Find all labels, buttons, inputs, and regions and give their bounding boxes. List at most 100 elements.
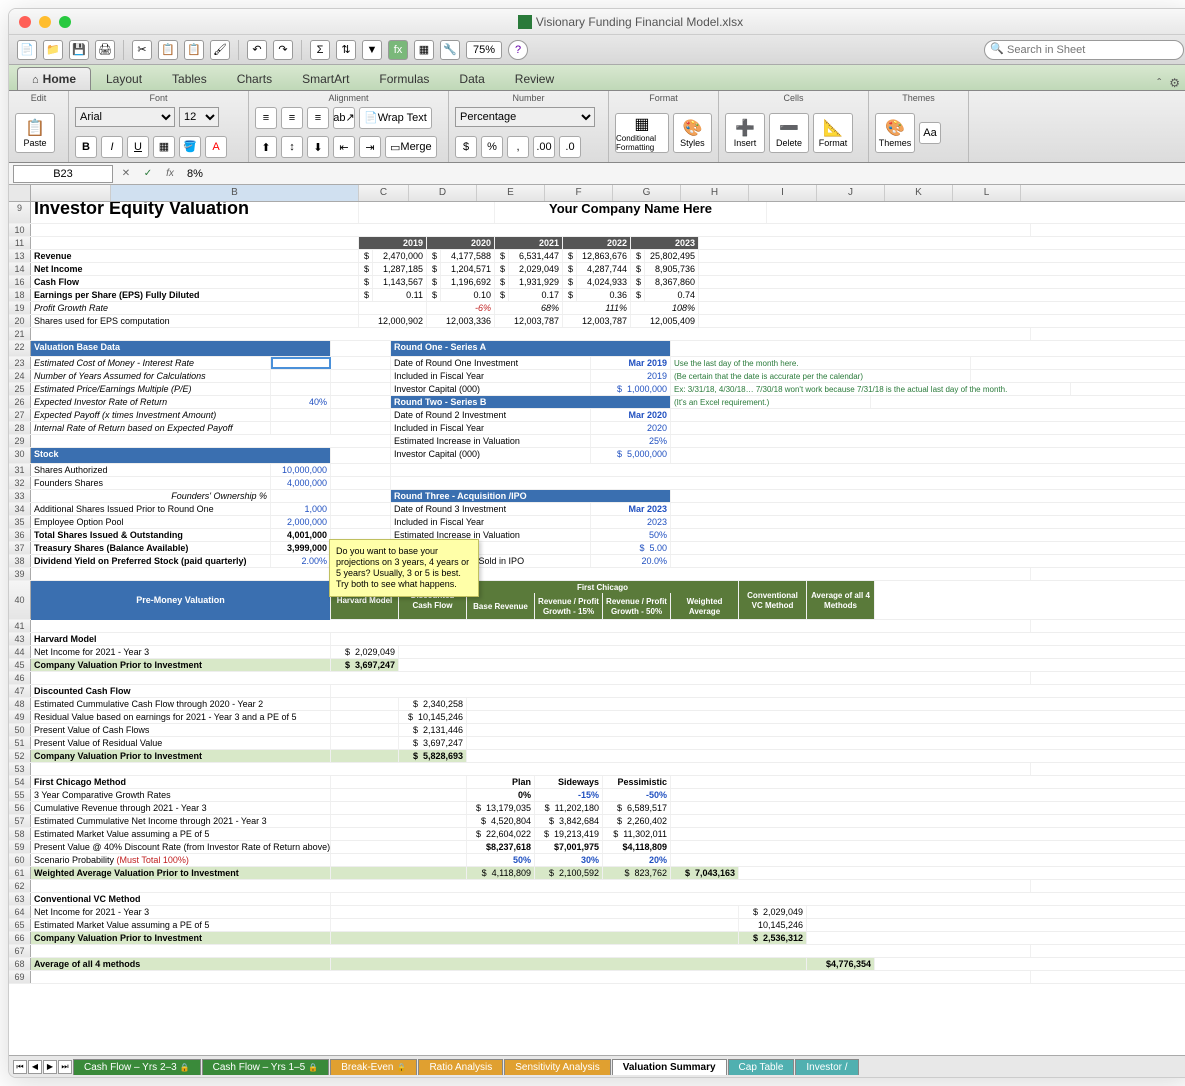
filter-icon[interactable]: ▼ [362,40,382,60]
fx-icon[interactable]: fx [161,165,179,183]
row-header[interactable]: 44 [9,646,31,658]
cell[interactable]: $ 11,202,180 [535,802,603,814]
tab-nav-prev-icon[interactable]: ◀ [28,1060,42,1074]
cell[interactable]: $ 2,260,402 [603,815,671,827]
cell[interactable]: $4,118,809 [603,841,671,853]
cell[interactable]: 2020 [591,422,671,434]
col-header[interactable]: K [885,185,953,201]
cell[interactable]: 12,005,409 [631,315,699,327]
copy-icon[interactable]: 📋 [158,40,178,60]
tab-nav-last-icon[interactable]: ⏭ [58,1060,72,1074]
row-header[interactable]: 31 [9,464,31,476]
tab-nav-first-icon[interactable]: ⏮ [13,1060,27,1074]
cell[interactable]: $ [427,289,441,301]
col-header[interactable]: G [613,185,681,201]
row-header[interactable]: 18 [9,289,31,301]
cell[interactable] [359,302,427,314]
cell[interactable]: $ 19,213,419 [535,828,603,840]
paste-button[interactable]: 📋Paste [15,113,55,153]
cell[interactable]: $ 5,000,000 [591,448,671,463]
cell[interactable]: 0.74 [645,289,699,301]
cell[interactable]: $ 3,697,247 [331,659,399,671]
cell[interactable]: 12,000,902 [359,315,427,327]
wrap-text-button[interactable]: 📄 Wrap Text [359,107,432,129]
row-header[interactable]: 45 [9,659,31,671]
show-icon[interactable]: ▦ [414,40,434,60]
row-header[interactable]: 49 [9,711,31,723]
cell[interactable]: 12,003,787 [495,315,563,327]
row-header[interactable]: 10 [9,224,31,236]
comma-icon[interactable]: , [507,136,529,158]
cell[interactable]: $ [495,276,509,288]
font-size-select[interactable]: 12 [179,107,219,127]
row-header[interactable]: 34 [9,503,31,515]
cell[interactable]: $ 2,131,446 [399,724,467,736]
row-header[interactable]: 14 [9,263,31,275]
cell[interactable]: $8,237,618 [467,841,535,853]
row-header[interactable]: 46 [9,672,31,684]
redo-icon[interactable]: ↷ [273,40,293,60]
row-header[interactable]: 60 [9,854,31,866]
cell[interactable]: $ [495,263,509,275]
sheet-tab[interactable]: Investor / [795,1059,858,1075]
sheet-tab[interactable]: Break-Even🔒 [330,1059,417,1075]
cell[interactable]: $ [359,263,373,275]
row-header[interactable]: 56 [9,802,31,814]
sheet-tab[interactable]: Ratio Analysis [418,1059,503,1075]
cell[interactable]: 1,196,692 [441,276,495,288]
underline-button[interactable]: U [127,136,149,158]
col-header[interactable]: I [749,185,817,201]
cell[interactable]: 10,000,000 [271,464,331,476]
bold-button[interactable]: B [75,136,97,158]
sheet-tab[interactable]: Cash Flow – Yrs 2–3🔒 [73,1059,201,1075]
cell[interactable]: 4,024,933 [577,276,631,288]
fill-color-button[interactable]: 🪣 [179,136,201,158]
cut-icon[interactable]: ✂ [132,40,152,60]
new-icon[interactable]: 📄 [17,40,37,60]
cell[interactable]: 12,863,676 [577,250,631,262]
orientation-icon[interactable]: ab↗ [333,107,355,129]
cell[interactable]: 20.0% [591,555,671,567]
cell[interactable]: 0.11 [373,289,427,301]
gear-icon[interactable]: ⚙ [1169,76,1180,90]
row-header[interactable]: 21 [9,328,31,340]
cell[interactable]: $ [631,289,645,301]
col-header[interactable]: C [359,185,409,201]
cell[interactable]: 10,145,246 [739,919,807,931]
cell[interactable]: $ 2,029,049 [331,646,399,658]
autosum-icon[interactable]: Σ [310,40,330,60]
dec-inc-icon[interactable]: .00 [533,136,555,158]
font-name-select[interactable]: Arial [75,107,175,127]
help-icon[interactable]: ? [508,40,528,60]
tab-nav-next-icon[interactable]: ▶ [43,1060,57,1074]
row-header[interactable]: 33 [9,490,31,502]
cell[interactable]: $ [495,250,509,262]
cell[interactable]: $ [563,250,577,262]
cell[interactable]: $ 13,179,035 [467,802,535,814]
row-header[interactable]: 24 [9,370,31,382]
row-header[interactable]: 28 [9,422,31,434]
valign-top-icon[interactable]: ⬆ [255,136,277,158]
row-header[interactable]: 59 [9,841,31,853]
cell[interactable]: $ [427,263,441,275]
paste-icon[interactable]: 📋 [184,40,204,60]
italic-button[interactable]: I [101,136,123,158]
cell[interactable]: -15% [535,789,603,801]
cell[interactable]: $ 2,100,592 [535,867,603,879]
row-header[interactable]: 36 [9,529,31,541]
cancel-icon[interactable]: ✕ [117,165,135,183]
align-left-icon[interactable]: ≡ [255,107,277,129]
row-header[interactable]: 57 [9,815,31,827]
cell[interactable]: $ 6,589,517 [603,802,671,814]
cell[interactable] [271,370,331,382]
cell[interactable]: 25,802,495 [645,250,699,262]
tab-layout[interactable]: Layout [91,67,157,90]
close-button[interactable] [19,16,31,28]
row-header[interactable]: 13 [9,250,31,262]
cell[interactable]: 2,470,000 [373,250,427,262]
number-format-select[interactable]: Percentage [455,107,595,127]
sheet-tab[interactable]: Sensitivity Analysis [504,1059,610,1075]
row-header[interactable]: 67 [9,945,31,957]
cell[interactable]: $ 2,340,258 [399,698,467,710]
row-header[interactable]: 27 [9,409,31,421]
